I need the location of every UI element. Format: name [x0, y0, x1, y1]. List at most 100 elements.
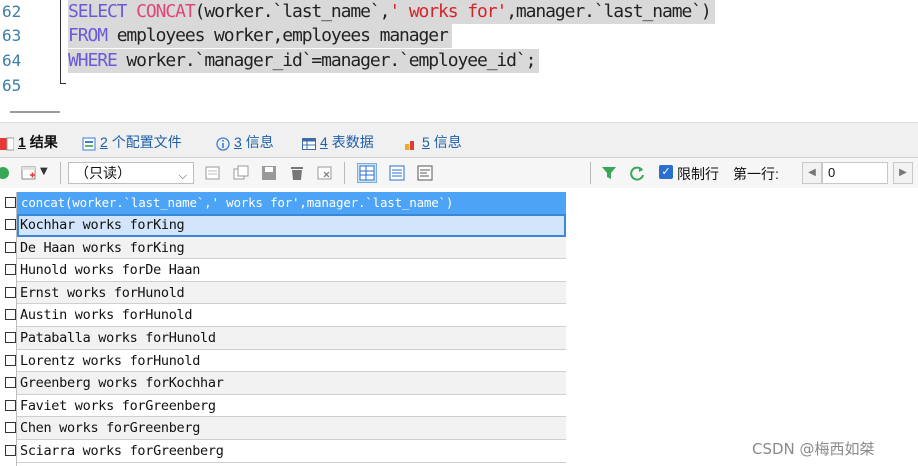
fold-marker[interactable] — [60, 0, 61, 84]
table-row[interactable]: Sciarra works forGreenberg — [5, 440, 566, 463]
table-row[interactable]: Greenberg works forKochhar — [5, 372, 566, 395]
code-line-where[interactable]: WHERE worker.`manager_id`=manager.`emplo… — [68, 49, 540, 73]
table-row[interactable]: Austin works forHunold — [5, 304, 566, 327]
table-row[interactable]: Hunold works forDe Haan — [5, 259, 566, 282]
filter-icon[interactable] — [600, 164, 618, 182]
row-checkbox[interactable] — [5, 422, 16, 434]
tab-label: 信息 — [433, 134, 462, 150]
export-icon[interactable] — [0, 164, 12, 182]
table-cell: Greenberg works forKochhar — [20, 375, 224, 392]
code-line-select[interactable]: SELECT CONCAT(worker.`last_name`,' works… — [68, 0, 715, 24]
results-grid-icon — [0, 135, 15, 151]
tab-table-data[interactable]: 4 表数据 — [302, 131, 374, 153]
save-icon[interactable] — [260, 164, 278, 182]
column-header[interactable]: concat(worker.`last_name`,' works for',m… — [17, 192, 566, 214]
table-cell: Austin works forHunold — [20, 307, 193, 324]
readonly-mode-select[interactable]: （只读） ⌵ — [68, 162, 194, 184]
dropdown-caret-icon[interactable]: ▼ — [40, 166, 58, 184]
sql-editor[interactable]: 62 63 64 65 SELECT CONCAT(worker.`last_n… — [0, 0, 918, 100]
chevron-down-icon: ⌵ — [178, 170, 187, 182]
grid-view-icon[interactable] — [357, 163, 377, 183]
delete-icon[interactable] — [288, 164, 306, 182]
row-checkbox[interactable] — [5, 332, 16, 343]
table-cell: Ernst works forHunold — [20, 284, 185, 301]
table-row[interactable]: De Haan works forKing — [5, 236, 566, 260]
next-page-icon[interactable]: ▶ — [893, 162, 913, 184]
table-row[interactable]: Kochhar works forKing — [5, 214, 566, 237]
tab-results[interactable]: 1 结果 — [0, 131, 58, 153]
tab-label: 个配置文件 — [111, 134, 182, 150]
limit-rows-label: 限制行 — [677, 166, 719, 182]
toolbar-separator — [590, 162, 591, 184]
tab-profiles[interactable]: 2 个配置文件 — [82, 131, 182, 153]
previous-page-icon[interactable]: ◀ — [802, 162, 822, 184]
row-checkbox[interactable] — [5, 445, 16, 456]
row-checkbox[interactable] — [5, 241, 16, 253]
table-row[interactable]: Chen works forGreenberg — [5, 417, 566, 440]
row-checkbox[interactable] — [5, 264, 16, 276]
refresh-icon[interactable] — [628, 164, 646, 182]
table-cell: De Haan works forKing — [20, 239, 185, 256]
tab-label: 信息 — [245, 134, 274, 150]
tab-number: 2 — [100, 134, 108, 150]
table-cell: Faviet works forGreenberg — [20, 397, 216, 414]
table-cell: Chen works forGreenberg — [20, 420, 201, 437]
table-icon — [302, 135, 316, 150]
keyword-from: FROM — [68, 25, 108, 46]
table-cell: Pataballa works forHunold — [20, 330, 216, 346]
code-text: (worker.`last_name`, — [194, 1, 391, 22]
tab-number: 3 — [234, 134, 242, 150]
table-row[interactable]: Lorentz works forHunold — [5, 350, 566, 373]
add-row-icon[interactable] — [20, 164, 38, 182]
string-literal: ' works for' — [389, 1, 507, 22]
tab-label: 结果 — [29, 134, 58, 150]
tab-number: 1 — [18, 134, 26, 150]
result-toolbar: ▼ （只读） ⌵ ✓ 限制行 第一行: ◀ 0 ▶ — [0, 158, 918, 188]
tab-info[interactable]: 3 信息 — [216, 131, 274, 153]
line-number: 62 — [2, 2, 22, 21]
tab-info-2[interactable]: 5 信息 — [404, 131, 462, 153]
line-number: 64 — [2, 51, 22, 70]
row-checkbox[interactable] — [5, 354, 16, 366]
table-row[interactable]: Ernst works forHunold — [5, 281, 566, 305]
row-checkbox[interactable] — [5, 219, 16, 230]
result-tabs: 1 结果 2 个配置文件 3 信息 4 表数据 5 信息 — [0, 122, 918, 158]
form-layout-icon[interactable] — [388, 164, 406, 182]
first-row-label: 第一行: — [733, 166, 779, 182]
table-cell: Sciarra works forGreenberg — [20, 443, 224, 459]
duplicate-row-icon[interactable] — [232, 164, 250, 182]
toolbar-separator — [344, 162, 345, 184]
line-number: 63 — [2, 26, 22, 45]
line-number: 65 — [2, 76, 22, 95]
code-text: worker.`manager_id`=manager.`employee_id… — [116, 50, 536, 71]
first-row-input[interactable]: 0 — [822, 162, 888, 184]
table-cell: Kochhar works forKing — [20, 217, 185, 233]
form-view-icon[interactable] — [204, 164, 222, 182]
fold-marker-end — [60, 83, 66, 84]
profile-icon — [82, 135, 96, 151]
toolbar-separator — [60, 162, 61, 184]
row-checkbox[interactable] — [5, 286, 16, 298]
readonly-mode-value: （只读） — [75, 165, 131, 181]
history-icon — [404, 135, 418, 150]
table-row[interactable]: Faviet works forGreenberg — [5, 395, 566, 418]
tab-label: 表数据 — [331, 134, 374, 150]
tab-number: 4 — [320, 134, 328, 150]
select-all-checkbox[interactable] — [5, 197, 16, 208]
cancel-changes-icon[interactable] — [316, 164, 334, 182]
splitter-handle[interactable] — [10, 111, 60, 113]
table-cell: Hunold works forDe Haan — [20, 262, 201, 279]
row-checkbox[interactable] — [5, 399, 16, 411]
table-row[interactable]: Pataballa works forHunold — [5, 327, 566, 350]
keyword-select: SELECT — [68, 1, 128, 22]
function-concat: CONCAT — [136, 1, 196, 22]
row-checkbox[interactable] — [5, 377, 16, 389]
table-cell: Lorentz works forHunold — [20, 352, 201, 369]
row-checkbox[interactable] — [5, 309, 16, 321]
text-view-icon[interactable] — [416, 164, 434, 182]
watermark: CSDN @梅西如桀 — [752, 440, 875, 458]
code-line-from[interactable]: FROM employees worker,employees manager — [68, 24, 452, 48]
tab-number: 5 — [422, 134, 430, 150]
limit-rows-checkbox[interactable]: ✓ — [659, 165, 673, 179]
keyword-where: WHERE — [68, 50, 118, 71]
